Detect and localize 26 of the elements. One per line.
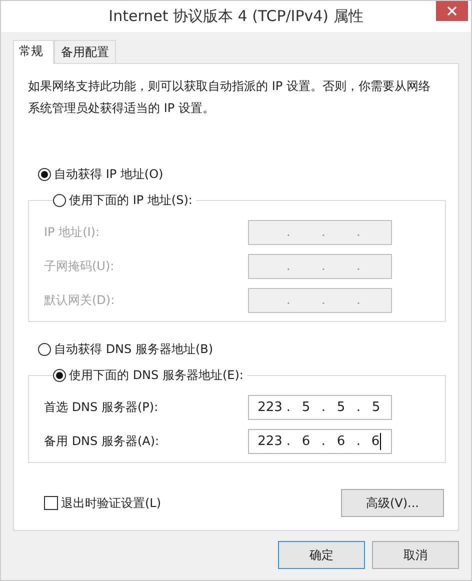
- ip-address-field[interactable]: 223 . 5 . 5 . 5: [248, 394, 392, 420]
- field-label: 首选 DNS 服务器(P):: [44, 398, 158, 416]
- field-label: 默认网关(D):: [44, 292, 115, 308]
- field-label: 备用 DNS 服务器(A):: [44, 432, 160, 450]
- radio-button[interactable]: [53, 194, 66, 206]
- window-title: Internet 协议版本 4 (TCP/IPv4) 属性: [108, 6, 364, 26]
- ip-address-field[interactable]: 223 . 6 . 6 . 6: [248, 428, 392, 454]
- checkbox-label[interactable]: 退出时验证设置(L): [61, 494, 162, 512]
- tab[interactable]: 常规: [13, 40, 54, 64]
- field-label: 子网掩码(U):: [44, 258, 114, 274]
- dialog-button[interactable]: 确定: [278, 541, 365, 569]
- checkbox[interactable]: [44, 496, 58, 510]
- radio-label[interactable]: 自动获得 IP 地址(O): [54, 166, 164, 182]
- advanced-button[interactable]: 高级(V)...: [341, 489, 444, 517]
- close-icon: [447, 6, 457, 16]
- radio-button[interactable]: [38, 168, 51, 180]
- description-text: 如果网络支持此功能，则可以获取自动指派的 IP 设置。否则，你需要从网络系统管理员处获得适当的 IP 设置。: [28, 78, 432, 117]
- radio-button[interactable]: [38, 342, 51, 356]
- field-label: IP 地址(I):: [44, 224, 100, 240]
- radio-button[interactable]: [53, 368, 66, 382]
- radio-label[interactable]: 使用下面的 DNS 服务器地址(E):: [69, 366, 244, 384]
- radio-label[interactable]: 自动获得 DNS 服务器地址(B): [54, 340, 214, 358]
- dialog-button[interactable]: 取消: [372, 541, 459, 569]
- tab[interactable]: 备用配置: [54, 40, 116, 63]
- close-button[interactable]: [436, 1, 468, 21]
- radio-label[interactable]: 使用下面的 IP 地址(S):: [69, 192, 192, 208]
